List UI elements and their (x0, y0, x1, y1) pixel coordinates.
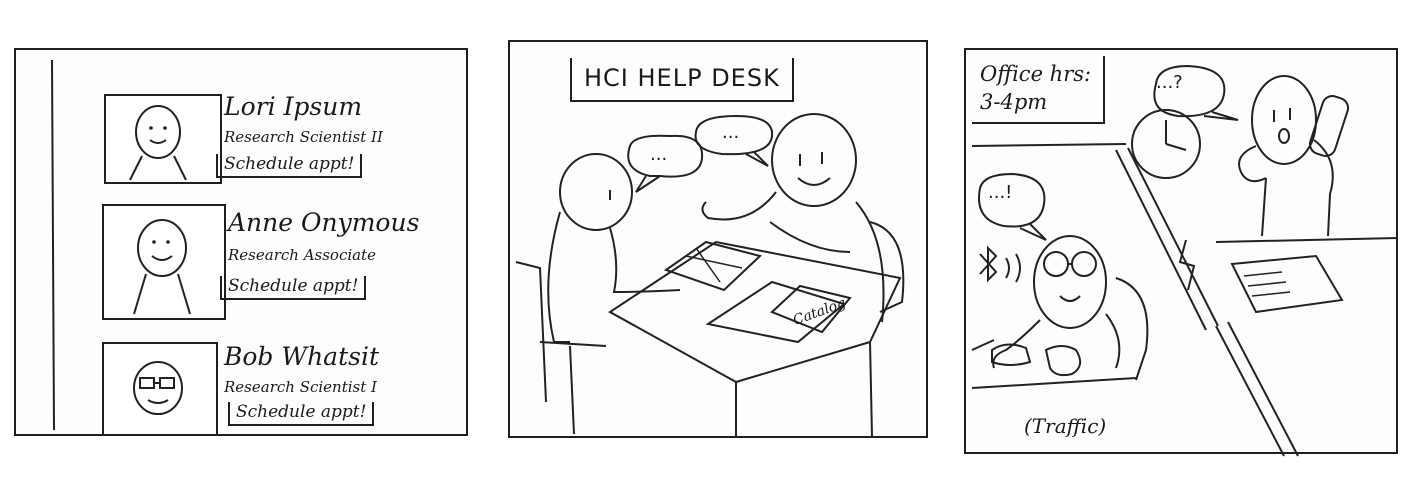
avatar-lori-drawing (129, 105, 187, 181)
panel-help-desk: HCI HELP DESK ... ... Catalog (508, 40, 928, 438)
schedule-appt-button-anne[interactable]: Schedule appt! (220, 276, 367, 300)
staff-role: Research Scientist II (224, 128, 383, 146)
avatar-bob-drawing (133, 361, 183, 415)
phone-bubble: ...? (1156, 72, 1183, 93)
help-desk-bubble-right: ... (722, 122, 740, 143)
avatar-lori (104, 94, 222, 184)
avatar-anne (102, 204, 226, 320)
staff-role: Research Scientist I (224, 378, 377, 396)
office-hours-scene (971, 64, 1399, 457)
staff-name: Bob Whatsit (224, 342, 379, 371)
panel-staff-directory: Lori Ipsum Research Scientist II Schedul… (14, 48, 468, 436)
avatar-anne-drawing (133, 219, 191, 315)
staff-name: Lori Ipsum (224, 92, 363, 121)
traffic-caption: (Traffic) (1024, 414, 1107, 438)
staff-name: Anne Onymous (228, 208, 420, 237)
help-desk-scene (515, 113, 905, 437)
desk-bubble: ...! (988, 182, 1013, 203)
staff-role: Research Associate (228, 246, 376, 264)
panel-office-hours: Office hrs: 3-4pm ...? ...! (Traffic) (964, 48, 1399, 457)
help-desk-bubble-left: ... (650, 144, 668, 165)
schedule-appt-button-lori[interactable]: Schedule appt! (216, 154, 363, 178)
avatar-bob (102, 342, 218, 434)
schedule-appt-button-bob[interactable]: Schedule appt! (228, 402, 375, 426)
